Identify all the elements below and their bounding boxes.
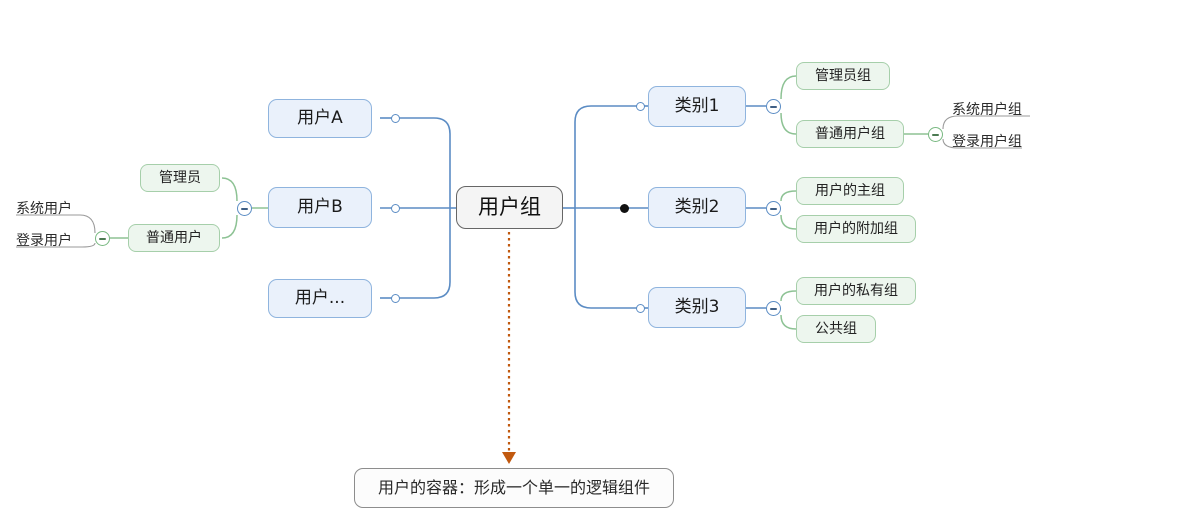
minus-icon xyxy=(99,237,106,240)
node-public-group[interactable]: 公共组 xyxy=(796,315,876,343)
minus-icon xyxy=(241,207,248,210)
node-label: 用户的附加组 xyxy=(814,221,898,237)
leaf-login-user[interactable]: 登录用户 xyxy=(16,234,72,248)
node-label: 类别1 xyxy=(674,96,720,116)
node-label: 普通用户 xyxy=(146,230,202,246)
node-category-2[interactable]: 类别2 xyxy=(648,187,746,228)
collapse-toggle-category-3[interactable] xyxy=(766,301,781,316)
collapse-toggle-category-2[interactable] xyxy=(766,201,781,216)
node-user-a[interactable]: 用户A xyxy=(268,99,372,138)
minus-icon xyxy=(932,133,939,136)
leaf-label: 系统用户 xyxy=(16,201,72,217)
minus-icon xyxy=(770,307,777,310)
collapse-toggle-category-1[interactable] xyxy=(766,99,781,114)
node-admin[interactable]: 管理员 xyxy=(140,164,220,192)
node-label: 用户... xyxy=(294,288,346,308)
node-label: 公共组 xyxy=(815,321,857,337)
node-label: 类别2 xyxy=(674,197,720,217)
note-box-user-container[interactable]: 用户的容器：形成一个单一的逻辑组件 xyxy=(354,468,674,508)
collapse-toggle-normal-user-group[interactable] xyxy=(928,127,943,142)
connector-dot-category-1[interactable] xyxy=(636,102,645,111)
node-label: 类别3 xyxy=(674,297,720,317)
leaf-login-user-group[interactable]: 登录用户组 xyxy=(952,135,1022,149)
node-label: 用户的主组 xyxy=(815,183,885,199)
leaf-label: 系统用户组 xyxy=(952,102,1022,118)
note-label: 用户的容器：形成一个单一的逻辑组件 xyxy=(377,478,650,497)
node-label: 管理员组 xyxy=(815,68,871,84)
node-primary-group[interactable]: 用户的主组 xyxy=(796,177,904,205)
connector-dot-category-2[interactable] xyxy=(620,204,629,213)
connector-dot-user-a[interactable] xyxy=(391,114,400,123)
node-category-3[interactable]: 类别3 xyxy=(648,287,746,328)
node-admin-group[interactable]: 管理员组 xyxy=(796,62,890,90)
node-supplementary-group[interactable]: 用户的附加组 xyxy=(796,215,916,243)
node-normal-user-group[interactable]: 普通用户组 xyxy=(796,120,904,148)
mindmap-canvas: 用户A 用户B 用户... 管理员 普通用户 系统用户 登录用户 用户组 类别1… xyxy=(0,0,1184,520)
node-label: 管理员 xyxy=(159,170,201,186)
minus-icon xyxy=(770,105,777,108)
node-root-user-group[interactable]: 用户组 xyxy=(456,186,563,229)
node-category-1[interactable]: 类别1 xyxy=(648,86,746,127)
node-user-b[interactable]: 用户B xyxy=(268,187,372,228)
leaf-system-user-group[interactable]: 系统用户组 xyxy=(952,103,1022,117)
minus-icon xyxy=(770,207,777,210)
connector-dot-user-b[interactable] xyxy=(391,204,400,213)
connector-dot-category-3[interactable] xyxy=(636,304,645,313)
connector-dot-user-more[interactable] xyxy=(391,294,400,303)
leaf-system-user[interactable]: 系统用户 xyxy=(16,202,72,216)
node-label: 用户的私有组 xyxy=(814,283,898,299)
node-normal-user[interactable]: 普通用户 xyxy=(128,224,220,252)
leaf-label: 登录用户 xyxy=(16,233,72,249)
connector-lines xyxy=(16,75,1030,464)
leaf-label: 登录用户组 xyxy=(952,134,1022,150)
node-label: 用户A xyxy=(297,108,343,128)
node-label: 用户组 xyxy=(478,195,541,219)
node-user-more[interactable]: 用户... xyxy=(268,279,372,318)
node-label: 普通用户组 xyxy=(815,126,885,142)
node-private-group[interactable]: 用户的私有组 xyxy=(796,277,916,305)
collapse-toggle-user-b[interactable] xyxy=(237,201,252,216)
node-label: 用户B xyxy=(297,197,343,217)
collapse-toggle-normal-user[interactable] xyxy=(95,231,110,246)
